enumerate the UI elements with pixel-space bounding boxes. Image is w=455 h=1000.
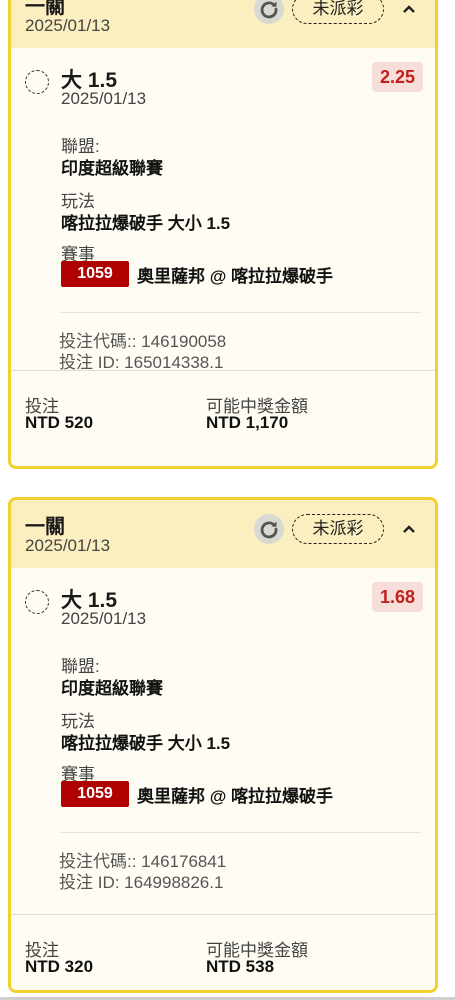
league-value: 印度超級聯賽	[61, 159, 163, 178]
stake-value: NTD 320	[25, 957, 94, 976]
odds-badge: 1.68	[371, 582, 423, 612]
bet-codes: 投注代碼:: 146176841 投注 ID: 164998826.1	[59, 851, 226, 893]
event-name: 奧里薩邦 @ 喀拉拉爆破手	[137, 786, 334, 806]
league-value: 印度超級聯賽	[61, 679, 163, 698]
bet-card: 一關 2025/01/13 未派彩 大 1.5 2025/01/13 1.68 …	[8, 497, 438, 993]
bet-date: 2025/01/13	[25, 16, 111, 35]
odds-badge: 2.25	[371, 62, 423, 92]
bet-footer: 投注 NTD 320 可能中獎金額 NTD 538	[11, 914, 435, 990]
bet-type: 一關	[25, 516, 65, 538]
chevron-up-icon[interactable]	[399, 514, 419, 544]
event-id-badge: 1059	[61, 781, 129, 807]
divider	[61, 312, 421, 313]
bet-code: 投注代碼:: 146176841	[59, 852, 227, 871]
event-row: 1059 奧里薩邦 @ 喀拉拉爆破手	[61, 261, 333, 287]
bet-code: 投注代碼:: 146190058	[59, 332, 227, 351]
bet-footer: 投注 NTD 520 可能中獎金額 NTD 1,170	[11, 370, 435, 446]
payout-value: NTD 538	[206, 957, 275, 976]
event-row: 1059 奧里薩邦 @ 喀拉拉爆破手	[61, 781, 333, 807]
selection-date: 2025/01/13	[61, 89, 147, 108]
bet-card-header[interactable]: 一關 2025/01/13 未派彩	[11, 500, 435, 568]
market-value: 喀拉拉爆破手 大小 1.5	[61, 214, 231, 233]
stake-value: NTD 520	[25, 413, 94, 432]
divider	[61, 832, 421, 833]
market-value: 喀拉拉爆破手 大小 1.5	[61, 734, 231, 753]
refresh-icon[interactable]	[254, 0, 284, 24]
bet-id: 投注 ID: 164998826.1	[59, 873, 224, 892]
dashed-circle-icon	[25, 590, 49, 614]
selection-date: 2025/01/13	[61, 609, 147, 628]
event-id-badge: 1059	[61, 261, 129, 287]
dashed-circle-icon	[25, 70, 49, 94]
refresh-icon[interactable]	[254, 514, 284, 544]
status-badge: 未派彩	[292, 0, 384, 24]
chevron-up-icon[interactable]	[399, 0, 419, 24]
bet-date: 2025/01/13	[25, 536, 111, 555]
event-name: 奧里薩邦 @ 喀拉拉爆破手	[137, 266, 334, 286]
payout-value: NTD 1,170	[206, 413, 289, 432]
bet-codes: 投注代碼:: 146190058 投注 ID: 165014338.1	[59, 331, 226, 373]
bet-history-screen: 一關 2025/01/13 未派彩 大 1.5 2025/01/13 2.25 …	[0, 0, 455, 1000]
bet-card-header[interactable]: 一關 2025/01/13 未派彩	[11, 0, 435, 48]
status-badge: 未派彩	[292, 514, 384, 544]
bet-card: 一關 2025/01/13 未派彩 大 1.5 2025/01/13 2.25 …	[8, 0, 438, 469]
